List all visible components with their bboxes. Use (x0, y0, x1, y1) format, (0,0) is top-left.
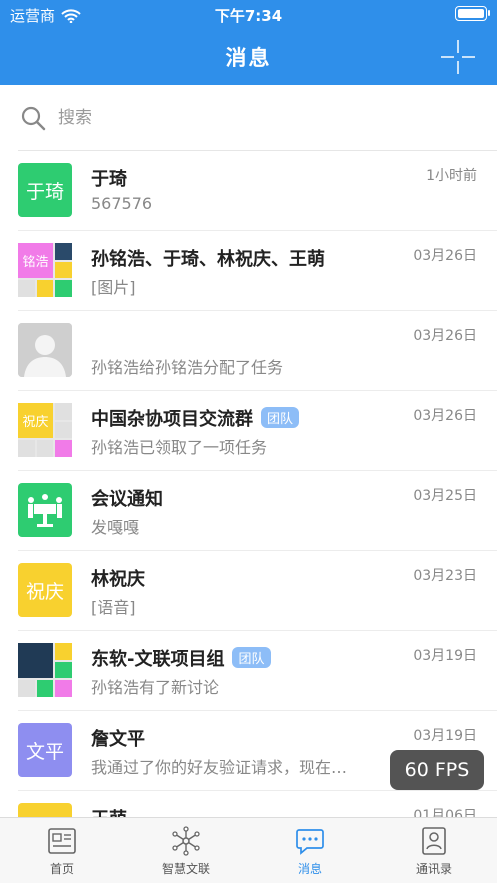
plus-icon (441, 40, 475, 74)
conversation-time: 1小时前 (426, 168, 477, 184)
avatar-text: 祝庆 (25, 580, 64, 603)
conversation-name: 林祝庆 (91, 569, 145, 590)
tab-smart-culture[interactable]: 智慧文联 (124, 826, 248, 877)
default-person-icon (18, 323, 72, 377)
conversation-row[interactable]: 于琦 于琦 567576 1小时前 (18, 151, 497, 231)
conversation-preview: 孙铭浩已领取了一项任务 (91, 438, 268, 457)
conversation-preview: [语音] (91, 598, 136, 617)
group-avatar: 祝庆 (18, 403, 72, 457)
conversation-name: 于琦 (91, 169, 127, 190)
battery-icon (455, 6, 490, 21)
add-button[interactable] (441, 40, 475, 74)
avatar (18, 323, 72, 377)
conversation-name-text: 东软-文联项目组 (91, 649, 225, 670)
conversation-row[interactable]: 会议通知 发嘎嘎 03月25日 (18, 471, 497, 551)
avatar-text: 文平 (25, 740, 64, 763)
tab-contacts[interactable]: 通讯录 (372, 826, 496, 877)
team-badge: 团队 (261, 407, 300, 428)
conversation-name: 孙铭浩、于琦、林祝庆、王萌 (91, 249, 325, 270)
conversation-time: 03月23日 (413, 568, 477, 584)
group-avatar (18, 643, 72, 697)
conversation-time: 03月26日 (413, 328, 477, 344)
status-time: 下午7:34 (214, 7, 283, 25)
conversation-row[interactable]: 祝庆 林祝庆 [语音] 03月23日 (18, 551, 497, 631)
avatar: 于琦 (18, 163, 72, 217)
tab-label: 通讯录 (415, 862, 452, 876)
meeting-icon (28, 494, 62, 527)
bottom-tab-bar: 首页 智慧文联 消息 通讯录 (0, 817, 497, 883)
conversation-name: 詹文平 (91, 729, 145, 750)
conversation-preview: 孙铭浩有了新讨论 (91, 678, 220, 697)
conversation-preview: 567576 (91, 194, 153, 213)
chat-bubble-icon (296, 829, 324, 855)
tab-label: 首页 (49, 862, 74, 876)
conversation-row[interactable]: 铭浩 孙铭浩、于琦、林祝庆、王萌 [图片] 03月26日 (18, 231, 497, 311)
avatar: 文平 (18, 723, 72, 777)
conversation-name: 东软-文联项目组 团队 (91, 645, 271, 671)
team-badge: 团队 (232, 647, 271, 668)
avatar-text: 祝庆 (22, 415, 49, 430)
tab-label: 智慧文联 (161, 862, 210, 876)
conversation-name: 中国杂协项目交流群 团队 (91, 405, 300, 431)
search-icon (21, 106, 46, 131)
avatar-text: 于琦 (25, 180, 64, 203)
avatar: 祝庆 (18, 563, 72, 617)
search-bar[interactable] (18, 95, 478, 141)
avatar (18, 483, 72, 537)
conversation-name-text: 中国杂协项目交流群 (91, 409, 253, 430)
conversation-time: 03月19日 (413, 728, 477, 744)
conversation-time: 03月25日 (413, 488, 477, 504)
avatar-text: 铭浩 (22, 255, 49, 270)
search-input[interactable] (56, 107, 440, 129)
conversation-row[interactable]: 孙铭浩给孙铭浩分配了任务 03月26日 (18, 311, 497, 391)
conversation-preview: 发嘎嘎 (91, 518, 140, 537)
network-icon (172, 826, 200, 856)
page-title: 消息 (225, 46, 272, 70)
conversation-preview: [图片] (91, 278, 136, 297)
conversation-time: 03月26日 (413, 248, 477, 264)
conversation-preview: 我通过了你的好友验证请求，现在… (91, 758, 348, 777)
conversation-time: 03月26日 (413, 408, 477, 424)
top-header: 运营商 下午7:34 消息 (0, 0, 497, 85)
conversation-name: 会议通知 (91, 489, 163, 510)
conversation-row[interactable]: 东软-文联项目组 团队 孙铭浩有了新讨论 03月19日 (18, 631, 497, 711)
contacts-icon (422, 827, 446, 855)
conversation-row[interactable]: 祝庆 中国杂协项目交流群 团队 孙铭浩已领取了一项任务 03月26日 (18, 391, 497, 471)
tab-messages[interactable]: 消息 (248, 826, 372, 877)
group-avatar: 铭浩 (18, 243, 72, 297)
home-card-icon (48, 828, 76, 854)
tab-home[interactable]: 首页 (0, 826, 124, 877)
status-bar: 运营商 下午7:34 (0, 0, 497, 28)
fps-overlay: 60 FPS (390, 750, 484, 790)
conversation-time: 03月19日 (413, 648, 477, 664)
tab-label: 消息 (297, 862, 322, 876)
conversation-preview: 孙铭浩给孙铭浩分配了任务 (91, 358, 284, 377)
